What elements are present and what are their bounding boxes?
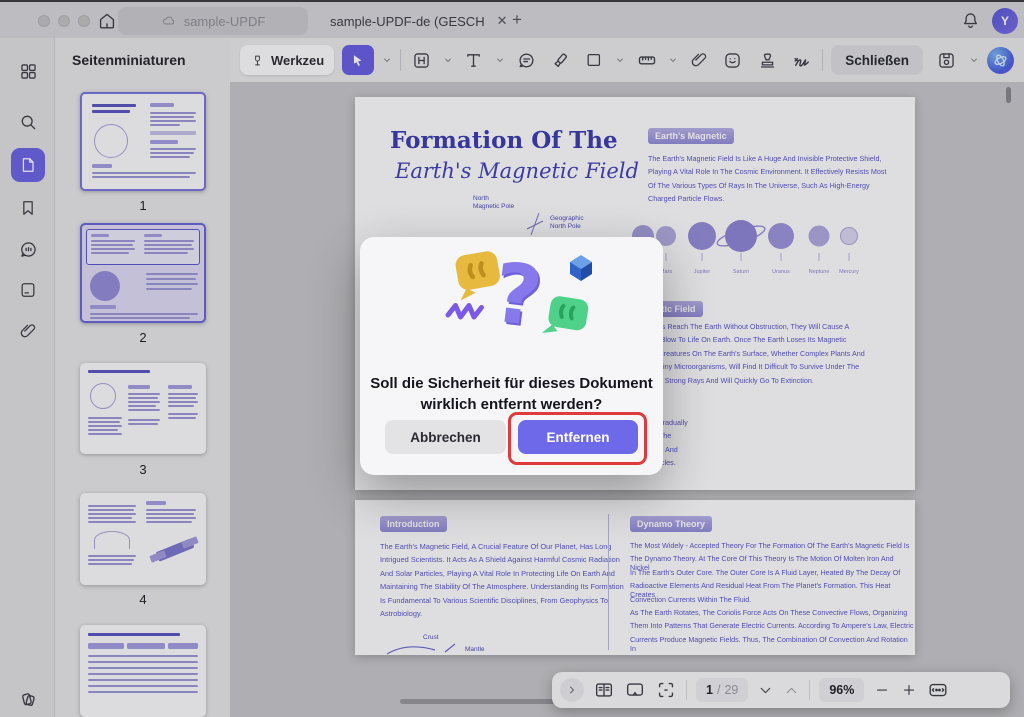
question-illustration: ? ? <box>360 249 663 349</box>
cancel-button[interactable]: Abbrechen <box>385 420 506 454</box>
annotation-highlight-box <box>508 412 647 465</box>
dialog-message: Soll die Sicherheit für dieses Dokument … <box>360 373 663 415</box>
updf-app-window: sample-UPDF sample-UPDF-de (GESCH ✕ + Y <box>0 0 1024 717</box>
